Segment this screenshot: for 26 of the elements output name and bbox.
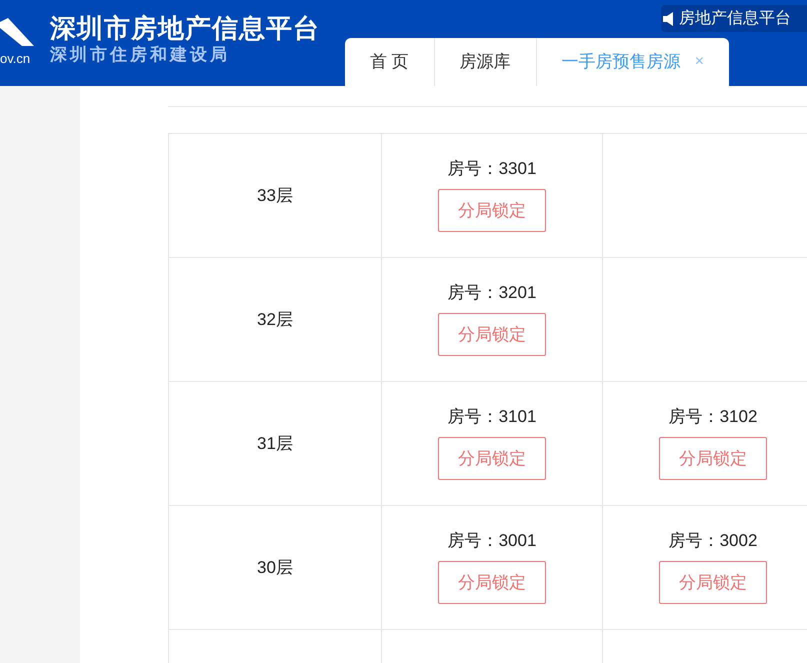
status-button[interactable]: 分局锁定 bbox=[659, 561, 767, 604]
tab[interactable]: 房源库 bbox=[434, 38, 536, 86]
marquee-text: 房地产信息平台 bbox=[679, 8, 791, 28]
room-number: 房号：3101 bbox=[448, 406, 536, 428]
tab[interactable]: 一手房预售房源 × bbox=[536, 38, 730, 86]
status-button[interactable]: 分局锁定 bbox=[438, 313, 546, 356]
site-subtitle: 深圳市住房和建设局 bbox=[50, 44, 231, 66]
floor-label: 33层 bbox=[257, 184, 293, 207]
floor-label: 30层 bbox=[257, 556, 293, 579]
status-button[interactable]: 分局锁定 bbox=[438, 561, 546, 604]
room-number: 房号：3002 bbox=[668, 530, 758, 552]
status-button[interactable]: 分局锁定 bbox=[438, 189, 546, 232]
site-title: 深圳市房地产信息平台 bbox=[50, 12, 320, 44]
speaker-icon bbox=[663, 12, 675, 26]
status-button[interactable]: 分局锁定 bbox=[438, 437, 546, 480]
status-button[interactable]: 分局锁定 bbox=[659, 437, 767, 480]
room-number: 房号：3102 bbox=[668, 406, 758, 428]
floor-label: 31层 bbox=[257, 432, 293, 455]
tab[interactable]: 首 页 bbox=[345, 38, 434, 86]
logo-text: ov.cn bbox=[0, 52, 30, 65]
room-number: 房号：3001 bbox=[448, 530, 536, 552]
logo-icon bbox=[0, 18, 34, 48]
room-number: 房号：3301 bbox=[448, 158, 536, 180]
floor-label: 32层 bbox=[257, 308, 293, 331]
close-icon[interactable]: × bbox=[694, 50, 704, 74]
room-number: 房号：3201 bbox=[448, 282, 536, 304]
